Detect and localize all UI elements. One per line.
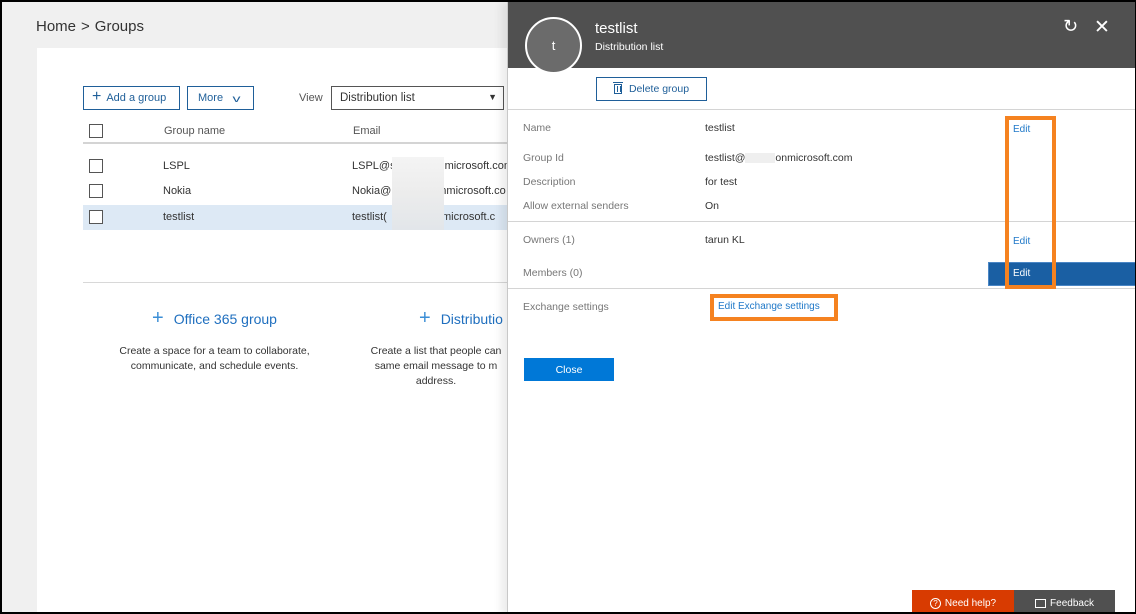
toolbar: + Add a group More v bbox=[83, 86, 254, 110]
breadcrumb-groups: Groups bbox=[94, 18, 144, 35]
divider bbox=[83, 282, 513, 283]
table-row-selected[interactable]: testlist testlist( nmicrosoft.c bbox=[83, 205, 513, 230]
email-start: testlist( bbox=[352, 211, 387, 223]
distribution-list-description: Create a list that people can same email… bbox=[370, 345, 502, 387]
plus-icon: + bbox=[419, 307, 431, 329]
column-group-name[interactable]: Group name bbox=[164, 125, 225, 137]
group-detail-panel: testlist Distribution list ↻ ✕ t Delete … bbox=[507, 2, 1135, 612]
plus-icon: + bbox=[92, 88, 102, 105]
office365-group-description: Create a space for a team to collaborate… bbox=[119, 345, 310, 372]
table-row[interactable]: Nokia Nokia@ nmicrosoft.co bbox=[83, 179, 513, 204]
more-button[interactable]: More v bbox=[187, 86, 254, 110]
table-header: Group name Email bbox=[83, 120, 513, 144]
close-icon[interactable]: ✕ bbox=[1094, 18, 1110, 37]
field-value-group-id: testlist@ onmicrosoft.com bbox=[705, 152, 852, 164]
email-end: microsoft.com bbox=[444, 160, 514, 172]
add-group-button[interactable]: + Add a group bbox=[83, 86, 180, 110]
field-label-owners: Owners (1) bbox=[523, 234, 575, 246]
field-label-name: Name bbox=[523, 122, 552, 134]
dropdown-arrow-icon: ▼ bbox=[488, 92, 497, 102]
email-start: LSPL@s bbox=[352, 160, 396, 172]
redaction-blur bbox=[392, 157, 444, 230]
field-label-description: Description bbox=[523, 176, 576, 188]
row-checkbox[interactable] bbox=[89, 210, 103, 224]
close-button[interactable]: Close bbox=[524, 358, 614, 381]
group-name: Nokia bbox=[163, 185, 192, 197]
group-name: LSPL bbox=[163, 160, 190, 172]
field-value-description: for test bbox=[705, 176, 738, 188]
edit-members-link[interactable]: Edit bbox=[1013, 268, 1030, 279]
divider bbox=[508, 221, 1135, 222]
more-label: More bbox=[198, 92, 224, 104]
select-all-checkbox[interactable] bbox=[89, 124, 103, 138]
office365-group-link[interactable]: + Office 365 group bbox=[102, 307, 327, 329]
avatar: t bbox=[525, 17, 582, 74]
refresh-icon[interactable]: ↻ bbox=[1063, 18, 1078, 36]
divider bbox=[508, 109, 1135, 110]
email-end: nmicrosoft.co bbox=[440, 185, 506, 197]
breadcrumb-separator: > bbox=[81, 18, 90, 35]
edit-exchange-settings-link[interactable]: Edit Exchange settings bbox=[718, 301, 820, 312]
row-checkbox[interactable] bbox=[89, 184, 103, 198]
field-value-name: testlist bbox=[705, 122, 735, 134]
feedback-icon bbox=[1035, 598, 1047, 608]
breadcrumb-home[interactable]: Home bbox=[36, 18, 76, 35]
delete-group-label: Delete group bbox=[628, 83, 690, 95]
panel-header: testlist Distribution list ↻ ✕ bbox=[508, 2, 1135, 68]
breadcrumb: Home > Groups bbox=[36, 18, 144, 35]
group-name: testlist bbox=[163, 211, 195, 223]
create-office365-group: + Office 365 group Create a space for a … bbox=[102, 307, 327, 374]
email-start: Nokia@ bbox=[352, 185, 392, 197]
chevron-down-icon: v bbox=[232, 93, 241, 105]
view-select[interactable]: Distribution list ▼ bbox=[331, 86, 504, 110]
group-id-end: onmicrosoft.com bbox=[775, 152, 853, 164]
field-value-external-senders: On bbox=[705, 200, 720, 212]
feedback-label: Feedback bbox=[1050, 597, 1094, 609]
field-label-exchange-settings: Exchange settings bbox=[523, 301, 609, 313]
field-value-owners: tarun KL bbox=[705, 234, 745, 246]
email-end: nmicrosoft.c bbox=[435, 211, 496, 223]
trash-icon bbox=[612, 82, 623, 94]
need-help-label: Need help? bbox=[944, 597, 997, 609]
field-label-group-id: Group Id bbox=[523, 152, 564, 164]
delete-group-button[interactable]: Delete group bbox=[596, 77, 707, 101]
field-label-external-senders: Allow external senders bbox=[523, 200, 629, 212]
column-email[interactable]: Email bbox=[353, 125, 381, 137]
view-label: View bbox=[299, 92, 323, 104]
add-group-label: Add a group bbox=[106, 92, 167, 104]
panel-title: testlist bbox=[595, 20, 638, 37]
field-label-members: Members (0) bbox=[523, 267, 583, 279]
panel-subtitle: Distribution list bbox=[595, 41, 664, 53]
divider bbox=[508, 288, 1135, 289]
edit-name-link[interactable]: Edit bbox=[1013, 124, 1030, 135]
group-id-start: testlist@ bbox=[705, 152, 746, 164]
screen: Home > Groups + Add a group More v View … bbox=[0, 0, 1136, 614]
need-help-button[interactable]: ? Need help? bbox=[912, 590, 1014, 612]
feedback-button[interactable]: Feedback bbox=[1014, 590, 1115, 612]
edit-owners-link[interactable]: Edit bbox=[1013, 236, 1030, 247]
view-selected-value: Distribution list bbox=[340, 92, 415, 104]
distribution-list-title: Distributio bbox=[440, 311, 503, 327]
table-row[interactable]: LSPL LSPL@s microsoft.com bbox=[83, 154, 513, 179]
row-checkbox[interactable] bbox=[89, 159, 103, 173]
members-row-highlight bbox=[988, 262, 1135, 286]
office365-group-title: Office 365 group bbox=[173, 311, 277, 327]
help-icon: ? bbox=[929, 597, 941, 609]
plus-icon: + bbox=[152, 307, 164, 329]
email-redacted bbox=[745, 153, 776, 164]
